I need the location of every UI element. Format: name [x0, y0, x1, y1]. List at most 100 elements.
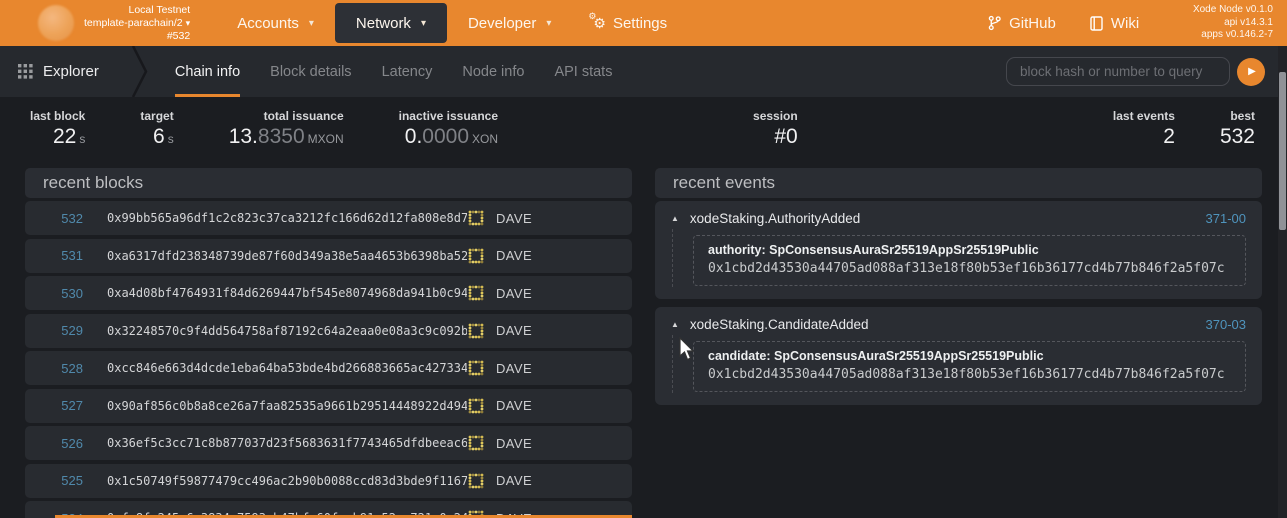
chain-stats: last block 22s target 6s total issuance …: [0, 97, 1287, 159]
top-bar: Local Testnet template-parachain/2▾ #532…: [0, 0, 1287, 46]
author-name: DAVE: [496, 436, 532, 451]
identicon: [467, 397, 485, 415]
github-link[interactable]: GitHub: [988, 15, 1056, 32]
event-name: xodeStaking.AuthorityAdded: [690, 211, 860, 226]
recent-blocks-title: recent blocks: [25, 168, 632, 198]
table-row: 531 0xa6317dfd238348739de87f60d349a38e5a…: [25, 239, 632, 273]
identicon: [467, 434, 485, 452]
block-author[interactable]: DAVE: [467, 284, 632, 302]
chain-selector[interactable]: Local Testnet template-parachain/2▾ #532: [38, 4, 190, 43]
event-expand-toggle[interactable]: ▲ xodeStaking.AuthorityAdded 371-00: [671, 211, 1246, 226]
breadcrumb-explorer[interactable]: Explorer: [18, 63, 99, 80]
tab-latency[interactable]: Latency: [382, 46, 433, 97]
table-row: 530 0xa4d08bf4764931f84d6269447bf545e807…: [25, 276, 632, 310]
apps-version: apps v0.146.2-7: [1193, 29, 1273, 42]
stat-inactive-issuance: inactive issuance 0.0000XON: [399, 109, 498, 147]
event-field-value: 0x1cbd2d43530a44705ad088af313e18f80b53ef…: [708, 261, 1231, 276]
chevron-down-icon: ▾: [186, 18, 191, 28]
tabs: Chain info Block details Latency Node in…: [175, 46, 613, 97]
main-menu: Accounts▾ Network▾ Developer▾ ⚙⚙ Setting…: [216, 0, 688, 46]
block-query: ▶: [1006, 57, 1265, 86]
block-author[interactable]: DAVE: [467, 209, 632, 227]
stat-best: best 532: [1220, 109, 1255, 147]
query-submit-button[interactable]: ▶: [1237, 58, 1265, 86]
chain-best-block: #532: [84, 30, 190, 43]
tab-api-stats[interactable]: API stats: [554, 46, 612, 97]
block-number-link[interactable]: 529: [25, 323, 83, 338]
block-number-link[interactable]: 530: [25, 286, 83, 301]
block-hash: 0x32248570c9f4dd564758af87192c64a2eaa0e0…: [107, 324, 467, 338]
chain-endpoint: template-parachain/2▾: [84, 17, 190, 30]
block-hash: 0x99bb565a96df1c2c823c37ca3212fc166d62d1…: [107, 211, 467, 225]
tab-chain-info[interactable]: Chain info: [175, 46, 240, 97]
menu-settings[interactable]: ⚙⚙ Settings: [572, 3, 688, 43]
chevron-down-icon: ▾: [309, 18, 314, 29]
identicon: [467, 209, 485, 227]
event-details: authority: SpConsensusAuraSr25519AppSr25…: [693, 235, 1246, 286]
recent-events-panel: recent events ▲ xodeStaking.AuthorityAdd…: [655, 168, 1262, 413]
triangle-up-icon: ▲: [671, 214, 679, 223]
author-name: DAVE: [496, 248, 532, 263]
block-hash: 0x36ef5c3cc71c8b877037d23f5683631f774346…: [107, 436, 467, 450]
chain-info: Local Testnet template-parachain/2▾ #532: [84, 4, 190, 43]
menu-accounts[interactable]: Accounts▾: [216, 3, 335, 43]
block-number-link[interactable]: 528: [25, 361, 83, 376]
event-index-link[interactable]: 370-03: [1206, 317, 1246, 332]
github-icon: [988, 15, 1001, 31]
table-row: 529 0x32248570c9f4dd564758af87192c64a2ea…: [25, 314, 632, 348]
block-author[interactable]: DAVE: [467, 472, 632, 490]
block-number-link[interactable]: 525: [25, 473, 83, 488]
block-author[interactable]: DAVE: [467, 359, 632, 377]
chain-avatar: [38, 5, 74, 41]
table-row: 528 0xcc846e663d4dcde1eba64ba53bde4bd266…: [25, 351, 632, 385]
menu-developer[interactable]: Developer▾: [447, 3, 572, 43]
chevron-down-icon: ▾: [421, 18, 426, 29]
book-icon: [1090, 16, 1103, 31]
app-window: Local Testnet template-parachain/2▾ #532…: [0, 0, 1287, 518]
breadcrumb-separator: [131, 46, 149, 97]
table-row: 532 0x99bb565a96df1c2c823c37ca3212fc166d…: [25, 201, 632, 235]
author-name: DAVE: [496, 211, 532, 226]
node-version: Xode Node v0.1.0: [1193, 4, 1273, 17]
version-info: Xode Node v0.1.0 api v14.3.1 apps v0.146…: [1193, 4, 1273, 42]
event-index-link[interactable]: 371-00: [1206, 211, 1246, 226]
author-name: DAVE: [496, 286, 532, 301]
external-links: GitHub Wiki: [988, 15, 1139, 32]
chevron-down-icon: ▾: [546, 18, 551, 29]
block-number-link[interactable]: 532: [25, 211, 83, 226]
event-card: ▲ xodeStaking.CandidateAdded 370-03 cand…: [655, 307, 1262, 405]
identicon: [467, 472, 485, 490]
wiki-link[interactable]: Wiki: [1090, 15, 1139, 32]
event-expand-toggle[interactable]: ▲ xodeStaking.CandidateAdded 370-03: [671, 317, 1246, 332]
block-number-link[interactable]: 531: [25, 248, 83, 263]
block-hash: 0xa6317dfd238348739de87f60d349a38e5aa465…: [107, 249, 467, 263]
event-field-label: authority: SpConsensusAuraSr25519AppSr25…: [708, 243, 1231, 257]
breadcrumb-label: Explorer: [43, 63, 99, 80]
identicon: [467, 359, 485, 377]
block-number-link[interactable]: 527: [25, 398, 83, 413]
tab-node-info[interactable]: Node info: [462, 46, 524, 97]
play-icon: ▶: [1248, 66, 1256, 77]
block-hash: 0x90af856c0b8a8ce26a7faa82535a9661b29514…: [107, 399, 467, 413]
table-row: 525 0x1c50749f59877479cc496ac2b90b0088cc…: [25, 464, 632, 498]
triangle-up-icon: ▲: [671, 320, 679, 329]
stat-target: target 6s: [140, 109, 173, 147]
api-version: api v14.3.1: [1193, 17, 1273, 30]
stat-total-issuance: total issuance 13.8350MXON: [229, 109, 344, 147]
event-field-label: candidate: SpConsensusAuraSr25519AppSr25…: [708, 349, 1231, 363]
block-author[interactable]: DAVE: [467, 434, 632, 452]
block-number-link[interactable]: 526: [25, 436, 83, 451]
author-name: DAVE: [496, 473, 532, 488]
author-name: DAVE: [496, 323, 532, 338]
menu-network[interactable]: Network▾: [335, 3, 447, 43]
block-query-input[interactable]: [1006, 57, 1230, 86]
scrollbar-thumb[interactable]: [1279, 72, 1286, 230]
recent-events-title: recent events: [655, 168, 1262, 198]
tab-block-details[interactable]: Block details: [270, 46, 351, 97]
block-author[interactable]: DAVE: [467, 397, 632, 415]
block-author[interactable]: DAVE: [467, 247, 632, 265]
block-author[interactable]: DAVE: [467, 322, 632, 340]
identicon: [467, 247, 485, 265]
table-row: 526 0x36ef5c3cc71c8b877037d23f5683631f77…: [25, 426, 632, 460]
stat-last-block: last block 22s: [30, 109, 85, 147]
